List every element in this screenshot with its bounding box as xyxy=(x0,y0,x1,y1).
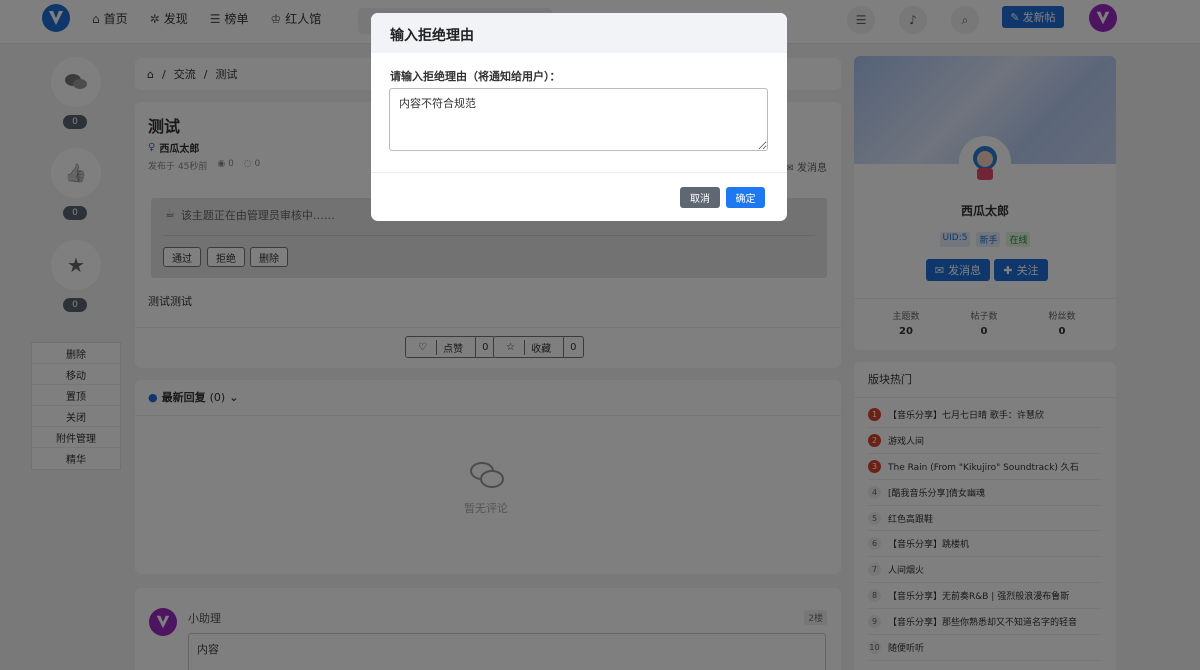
reason-textarea[interactable] xyxy=(389,88,768,151)
cancel-button[interactable]: 取消 xyxy=(680,187,720,208)
reject-reason-dialog: 输入拒绝理由 请输入拒绝理由（将通知给用户）： 取消 确定 xyxy=(371,13,787,221)
confirm-button[interactable]: 确定 xyxy=(726,187,765,208)
dialog-footer-divider xyxy=(371,172,787,173)
dialog-header: 输入拒绝理由 xyxy=(371,13,787,53)
reason-label: 请输入拒绝理由（将通知给用户）： xyxy=(390,70,561,83)
dialog-title: 输入拒绝理由 xyxy=(390,28,474,44)
page-background: ⌂首页✲发现☰榜单♔红人馆 ☰ ♪ ⌕ ✎ 发新帖 0 👍 0 ★ 0 删除移动… xyxy=(0,0,1200,670)
